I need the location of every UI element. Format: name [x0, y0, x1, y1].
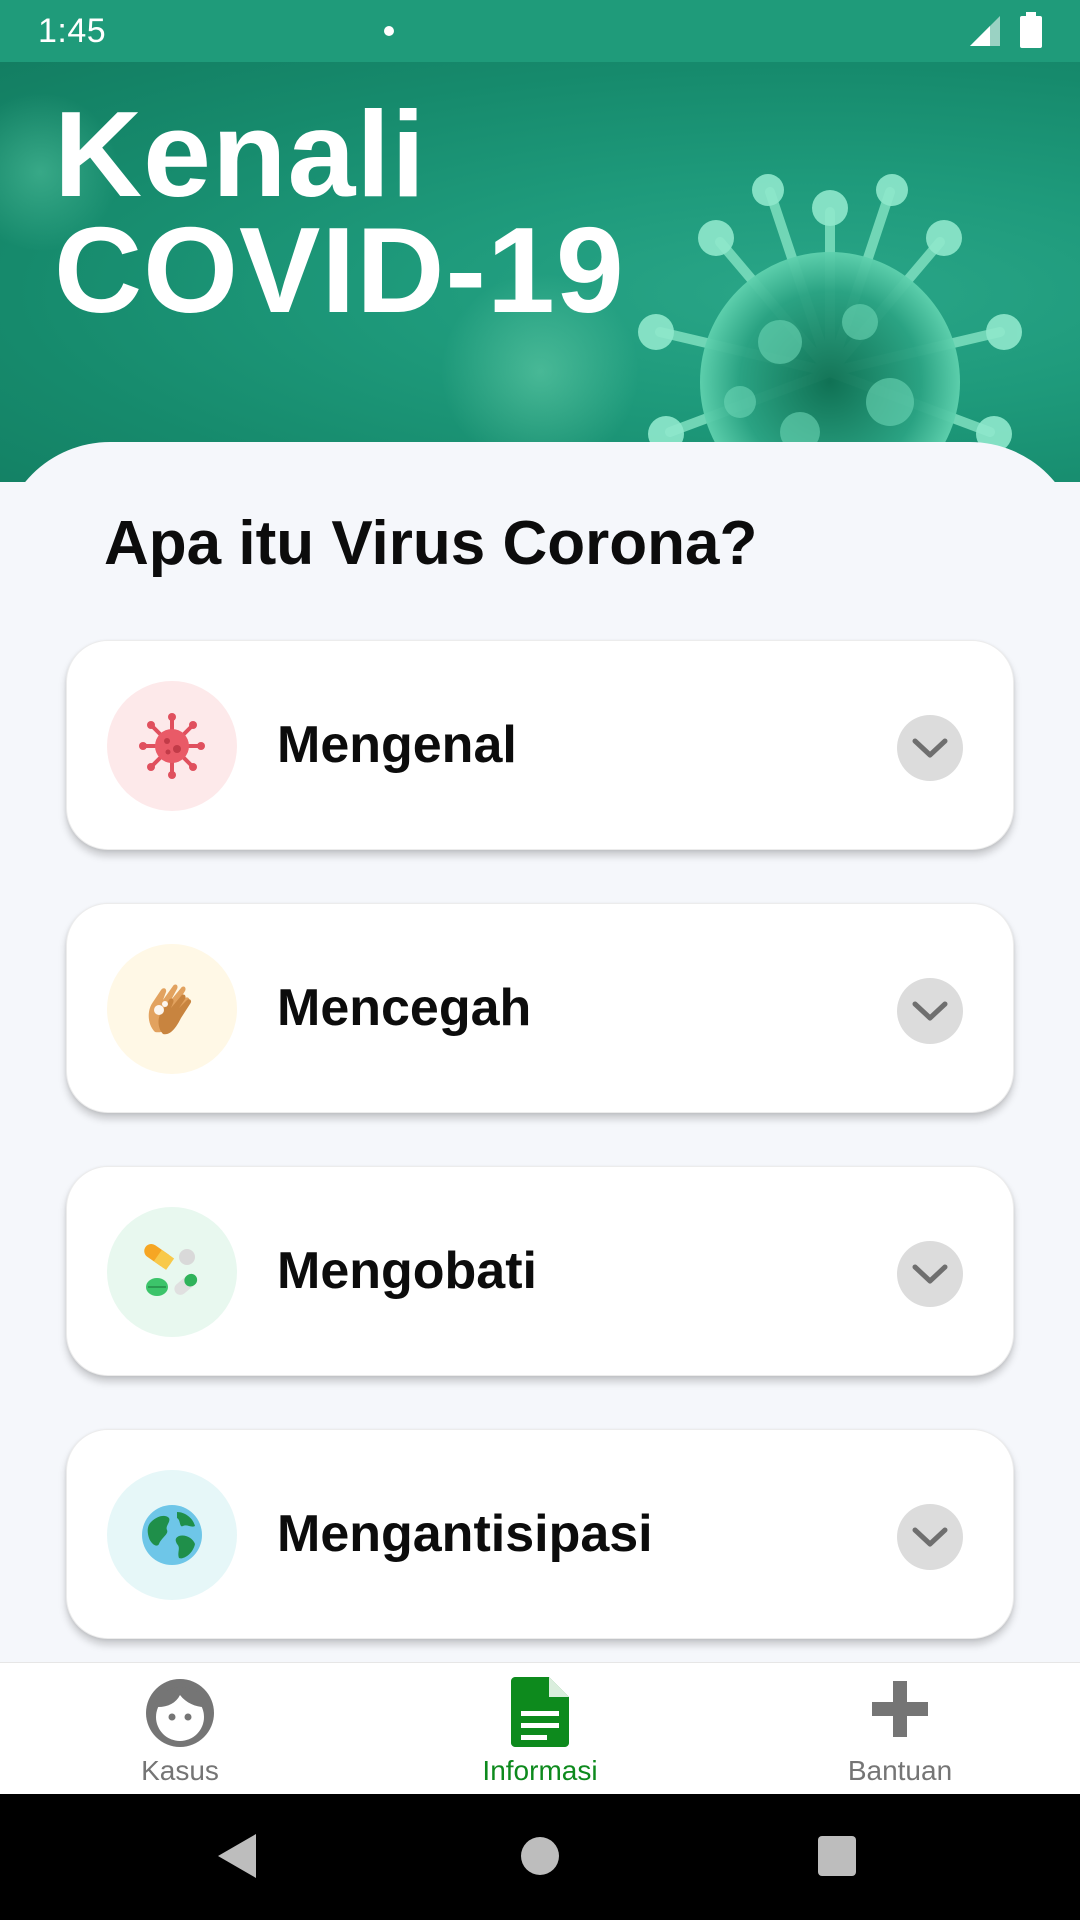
battery-icon	[1020, 12, 1042, 48]
expand-button[interactable]	[897, 715, 963, 781]
recents-icon[interactable]	[816, 1832, 858, 1880]
expand-button[interactable]	[897, 1504, 963, 1570]
card-label: Mengantisipasi	[277, 1505, 653, 1563]
system-navigation-bar	[0, 1794, 1080, 1920]
globe-icon	[142, 1505, 202, 1565]
content-sheet: Apa itu Virus Corona? Mengenal Mencegah …	[0, 442, 1080, 1662]
chevron-down-icon	[912, 1527, 948, 1547]
status-bar: 1:45	[0, 0, 1080, 62]
hero-title-line2: COVID-19	[54, 202, 625, 338]
card-mengantisipasi[interactable]: Mengantisipasi	[66, 1429, 1014, 1639]
nav-label: Bantuan	[847, 1755, 953, 1786]
hero-title-line1: Kenali	[54, 86, 427, 222]
expand-button[interactable]	[897, 1241, 963, 1307]
card-icon-bg	[107, 681, 237, 811]
face-icon	[146, 1679, 214, 1747]
card-mencegah[interactable]: Mencegah	[66, 903, 1014, 1113]
home-icon[interactable]	[520, 1832, 560, 1880]
document-icon	[511, 1677, 569, 1747]
signal-icon	[970, 16, 1000, 46]
card-label: Mengenal	[277, 716, 517, 774]
chevron-down-icon	[912, 1264, 948, 1284]
hero-header: Kenali COVID-19	[0, 62, 1080, 482]
hero-title: Kenali COVID-19	[54, 86, 625, 338]
nav-label: Informasi	[482, 1755, 598, 1786]
app-screen: 1:45 Kenali COVID-19 Apa itu Virus Coron…	[0, 0, 1080, 1920]
card-mengobati[interactable]: Mengobati	[66, 1166, 1014, 1376]
card-mengenal[interactable]: Mengenal	[66, 640, 1014, 850]
expand-button[interactable]	[897, 978, 963, 1044]
hand-wash-icon	[148, 984, 192, 1035]
nav-label: Kasus	[141, 1755, 219, 1786]
notification-dot-icon	[384, 26, 394, 36]
nav-item-bantuan[interactable]: Bantuan	[720, 1663, 1080, 1795]
virus-icon	[139, 713, 205, 779]
card-icon-bg	[107, 1470, 237, 1600]
back-icon[interactable]	[216, 1832, 258, 1880]
nav-item-kasus[interactable]: Kasus	[0, 1663, 360, 1795]
nav-item-informasi[interactable]: Informasi	[360, 1663, 720, 1795]
chevron-down-icon	[912, 1001, 948, 1021]
status-time: 1:45	[38, 12, 107, 50]
bottom-navigation: Kasus Informasi Bantuan	[0, 1662, 1080, 1794]
card-label: Mencegah	[277, 979, 532, 1037]
plus-icon	[872, 1681, 928, 1737]
section-title: Apa itu Virus Corona?	[104, 509, 758, 578]
coronavirus-illustration-icon	[638, 174, 1022, 482]
pills-icon	[144, 1243, 198, 1296]
card-label: Mengobati	[277, 1242, 537, 1300]
chevron-down-icon	[912, 738, 948, 758]
card-icon-bg	[107, 944, 237, 1074]
card-icon-bg	[107, 1207, 237, 1337]
